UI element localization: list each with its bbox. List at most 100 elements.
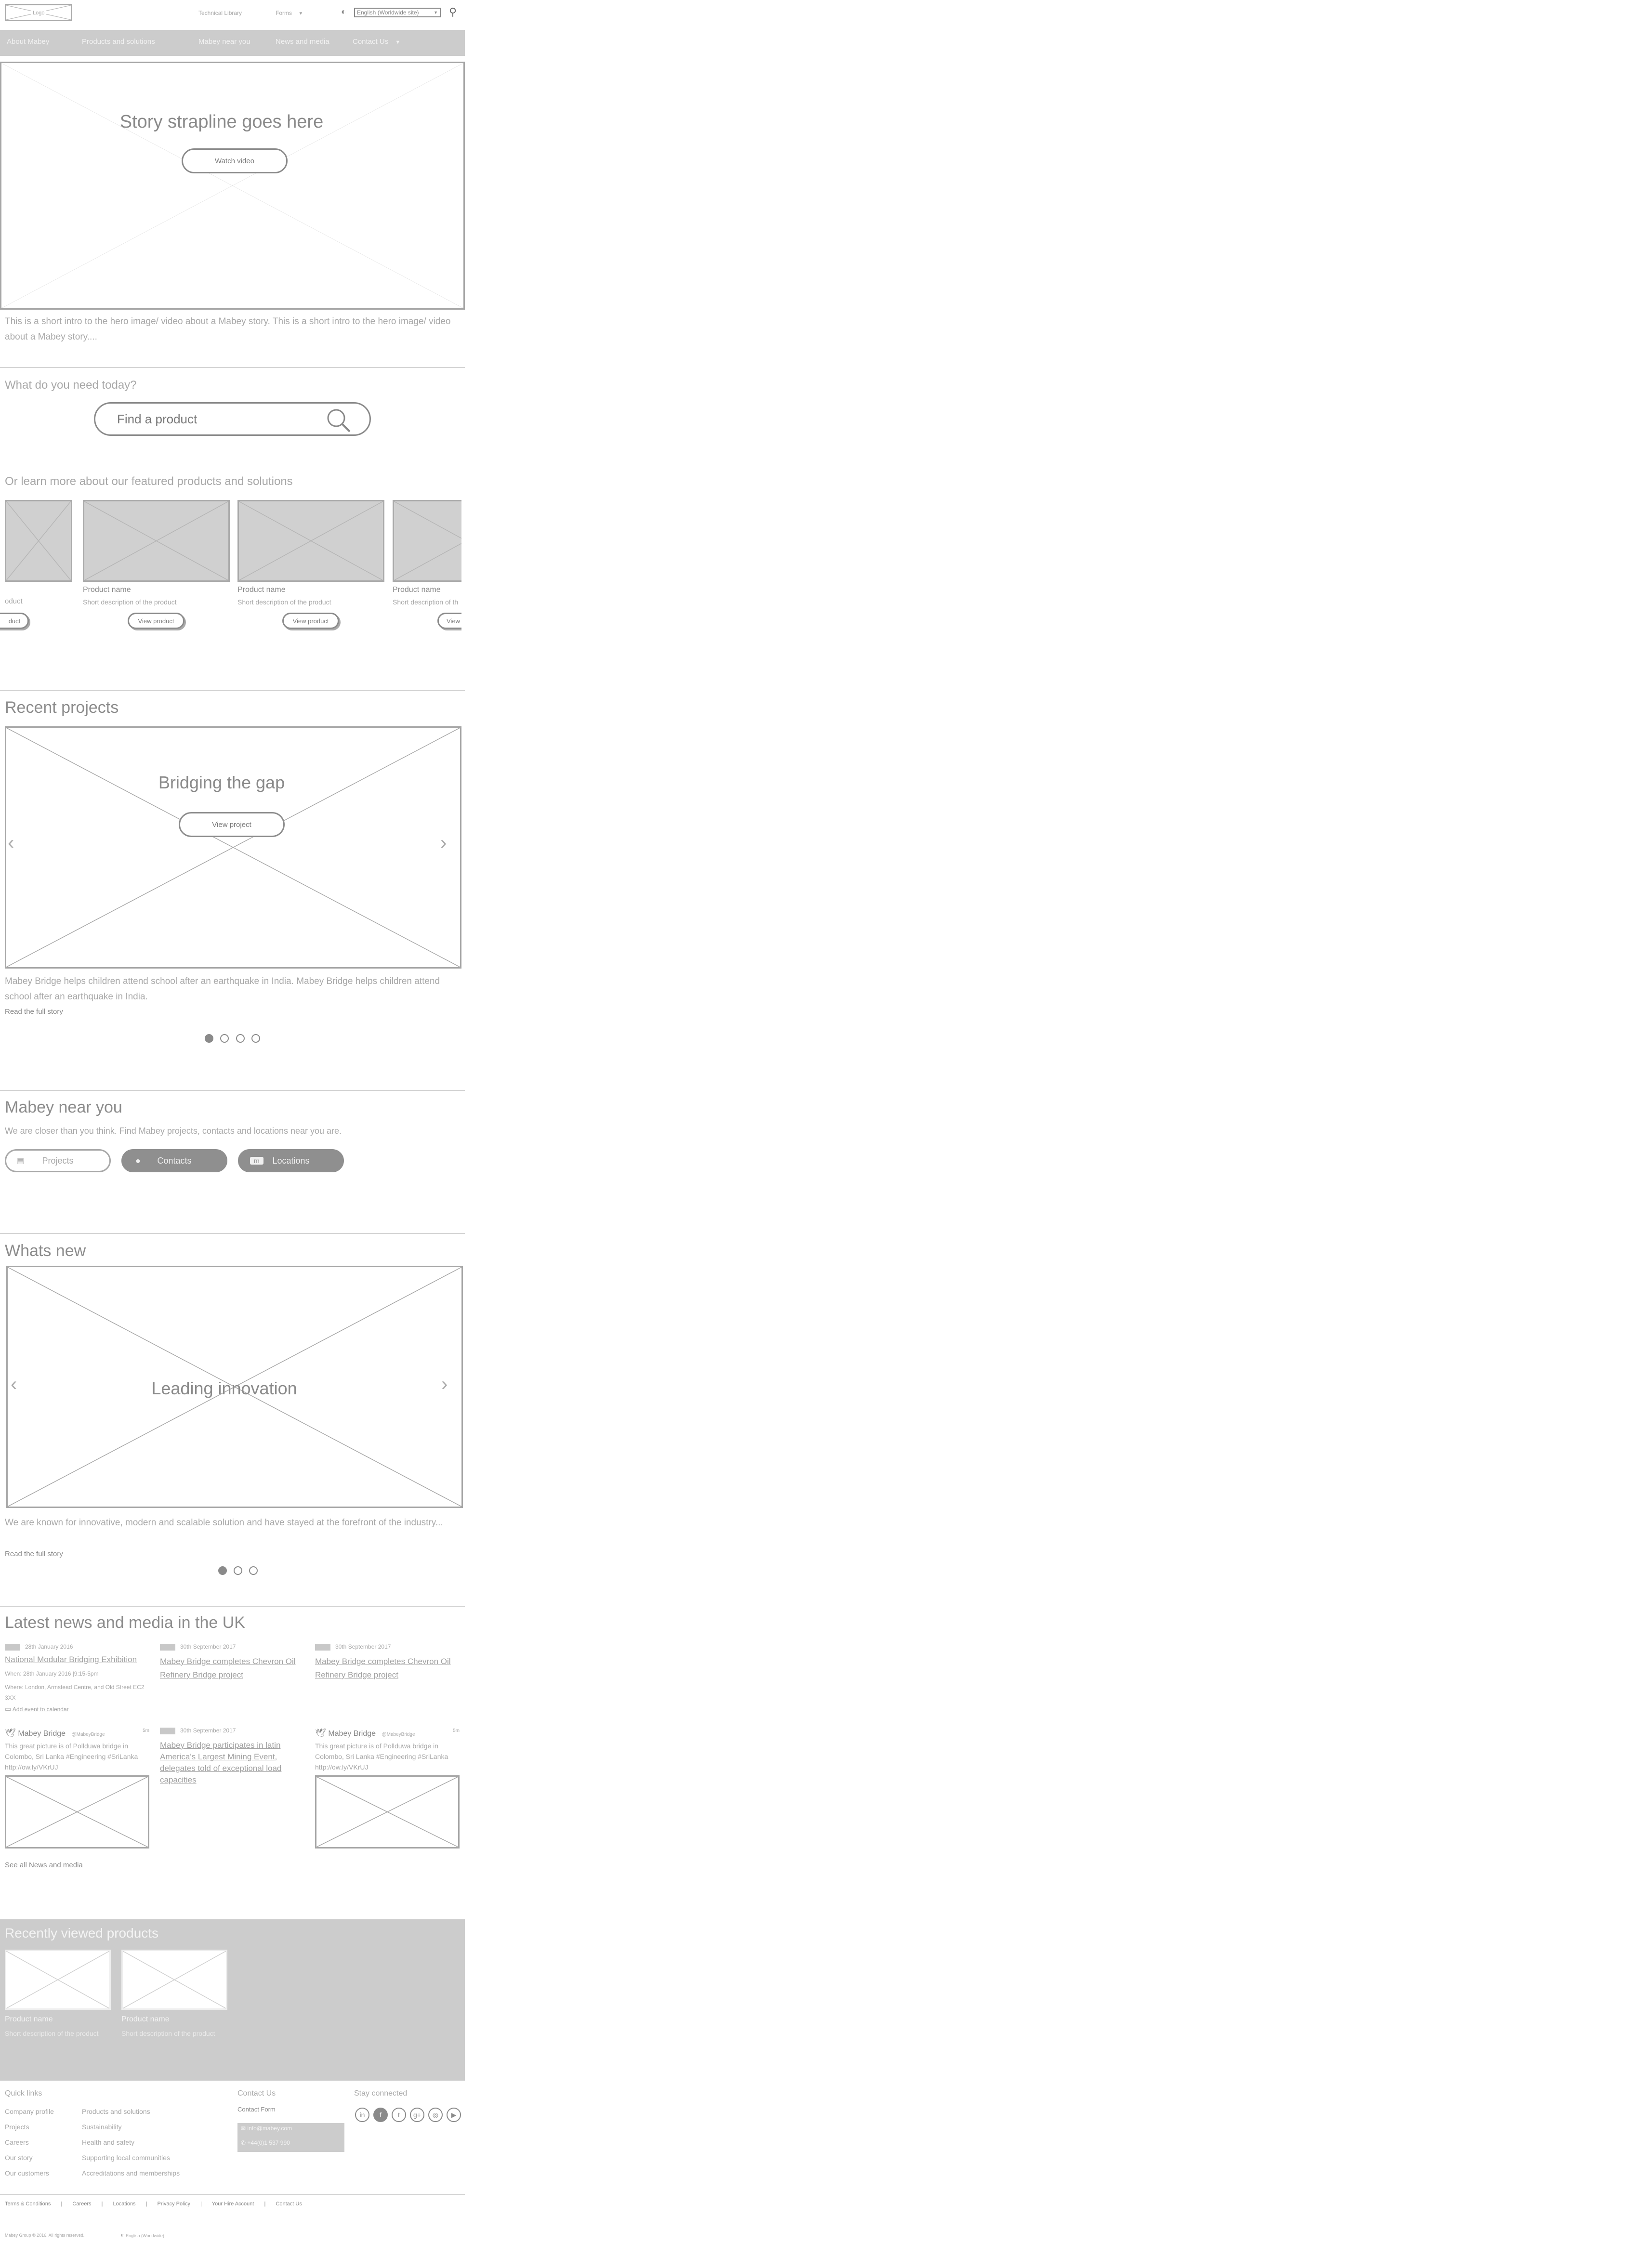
hire-account-link[interactable]: Your Hire Account (212, 2201, 254, 2207)
whats-new-read-more-link[interactable]: Read the full story (5, 1550, 63, 1558)
chevron-left-icon[interactable]: ‹ (11, 1374, 17, 1395)
project-text: Mabey Bridge helps children attend schoo… (5, 976, 440, 1002)
footer-link[interactable]: Our story (5, 2154, 33, 2162)
careers-link[interactable]: Careers (72, 2201, 91, 2207)
news-meta: 30th September 2017 (315, 1643, 391, 1651)
hero-intro: This is a short intro to the hero image/… (5, 316, 451, 342)
view-project-button[interactable]: View project (179, 812, 285, 837)
see-all-news-link[interactable]: See all News and media (5, 1861, 83, 1869)
nav-near-you[interactable]: Mabey near you (198, 38, 250, 46)
search-field[interactable]: Find a product (94, 402, 371, 436)
tweet-handle: @MabeyBridge (382, 1732, 415, 1737)
footer-link[interactable]: Projects (5, 2123, 29, 2131)
footer-link[interactable]: Accreditations and memberships (82, 2169, 180, 2177)
tweet-header: 🕊 Mabey Bridge @MabeyBridge 5m (5, 1728, 149, 1738)
footer-link[interactable]: Our customers (5, 2169, 49, 2177)
copyright: Mabey Group ® 2016. All rights reserved. (5, 2233, 85, 2238)
product-description: Short description of the product (237, 598, 331, 606)
event-title-link[interactable]: National Modular Bridging Exhibition (5, 1655, 149, 1665)
project-read-more-link[interactable]: Read the full story (5, 1008, 63, 1016)
footer-link[interactable]: Supporting local communities (82, 2154, 170, 2162)
chevron-right-icon[interactable]: › (440, 832, 447, 854)
near-you-text: We are closer than you think. Find Mabey… (5, 1126, 342, 1136)
projects-button[interactable]: ▤ Projects (5, 1149, 111, 1172)
person-icon: ● (135, 1155, 141, 1166)
nav-about[interactable]: About Mabey (7, 38, 49, 46)
product-image[interactable] (5, 1950, 111, 2010)
tweet-user: Mabey Bridge (328, 1730, 376, 1738)
news-title-link[interactable]: Mabey Bridge participates in latin Ameri… (160, 1740, 285, 1786)
locations-button[interactable]: m Locations (238, 1149, 344, 1172)
category-tag (5, 1643, 20, 1651)
product-image[interactable] (121, 1950, 227, 2010)
footer-link[interactable]: Health and safety (82, 2138, 134, 2146)
event-when: When: 28th January 2016 |9:15-5pm (5, 1670, 99, 1677)
view-product-button[interactable]: View product (128, 613, 184, 629)
separator: | (101, 2201, 103, 2207)
twitter-icon[interactable]: t (392, 2108, 406, 2122)
add-to-calendar-link[interactable]: ▭ Add event to calendar (5, 1705, 69, 1713)
view-product-button[interactable]: View (437, 613, 461, 629)
technical-library-link[interactable]: Technical Library (198, 10, 242, 16)
divider (0, 1606, 465, 1607)
email-link[interactable]: ✉ info@mabey.com (241, 2125, 292, 2132)
footer-link[interactable]: Careers (5, 2138, 29, 2146)
carousel-dot[interactable] (234, 1566, 242, 1575)
forms-menu[interactable]: Forms ▼ (276, 10, 303, 16)
footer-link[interactable]: Products and solutions (82, 2108, 150, 2115)
search-input[interactable]: Find a product (117, 412, 197, 427)
footer-link[interactable]: Sustainability (82, 2123, 122, 2131)
carousel-dot[interactable] (205, 1034, 213, 1043)
news-date: 30th September 2017 (180, 1643, 236, 1650)
chevron-right-icon[interactable]: › (441, 1374, 448, 1395)
footer-language-link[interactable]: ◐ English (Worldwide) (120, 2231, 164, 2239)
search-icon[interactable] (326, 407, 355, 433)
news-title-link[interactable]: Mabey Bridge completes Chevron Oil Refin… (315, 1655, 455, 1682)
news-title-link[interactable]: Mabey Bridge completes Chevron Oil Refin… (160, 1655, 300, 1682)
separator: | (145, 2201, 147, 2207)
nav-products[interactable]: Products and solutions (82, 38, 155, 46)
hero-strapline: Story strapline goes here (119, 112, 324, 132)
terms-link[interactable]: Terms & Conditions (5, 2201, 51, 2207)
contacts-button[interactable]: ● Contacts (121, 1149, 227, 1172)
product-image (83, 500, 230, 582)
carousel-dot[interactable] (220, 1034, 229, 1043)
news-heading: Latest news and media in the UK (5, 1613, 245, 1632)
footer-link[interactable]: Company profile (5, 2108, 54, 2115)
view-product-label: View product (292, 617, 329, 625)
locations-link[interactable]: Locations (113, 2201, 135, 2207)
googleplus-icon[interactable]: g+ (410, 2108, 424, 2122)
youtube-icon[interactable]: ▶ (447, 2108, 461, 2122)
contact-link[interactable]: Contact Us (276, 2201, 302, 2207)
nav-contact[interactable]: Contact Us ▼ (353, 38, 400, 46)
privacy-link[interactable]: Privacy Policy (158, 2201, 190, 2207)
email-label: info@mabey.com (247, 2125, 292, 2132)
carousel-dot[interactable] (218, 1566, 227, 1575)
watch-video-button[interactable]: Watch video (182, 148, 288, 173)
instagram-icon[interactable]: ◎ (428, 2108, 443, 2122)
separator: | (200, 2201, 202, 2207)
tweet-time: 5m (143, 1728, 149, 1733)
project-slide-title: Bridging the gap (158, 773, 285, 792)
bottom-links: Terms & Conditions | Careers | Locations… (5, 2201, 302, 2207)
facebook-icon[interactable]: f (373, 2108, 388, 2122)
language-select[interactable]: English (Worldwide site) ▼ (354, 8, 441, 17)
phone-link[interactable]: ✆ +44(0)1 537 990 (241, 2139, 290, 2146)
view-product-label: View product (138, 617, 174, 625)
view-product-button[interactable]: duct (0, 613, 29, 629)
carousel-dot[interactable] (251, 1034, 260, 1043)
contacts-label: Contacts (157, 1155, 192, 1166)
watch-video-label: Watch video (215, 157, 254, 165)
carousel-dot[interactable] (249, 1566, 258, 1575)
contact-form-link[interactable]: Contact Form (237, 2106, 276, 2113)
linkedin-icon[interactable]: in (355, 2108, 369, 2122)
view-product-button[interactable]: View product (282, 613, 339, 629)
chevron-left-icon[interactable]: ‹ (8, 832, 14, 854)
view-product-label: View (447, 617, 460, 625)
featured-heading: Or learn more about our featured product… (5, 475, 293, 488)
logo[interactable]: Logo (5, 4, 72, 21)
nav-news[interactable]: News and media (276, 38, 329, 46)
product-name: Product name (393, 586, 441, 594)
carousel-dot[interactable] (236, 1034, 245, 1043)
search-icon[interactable]: ⚲ (449, 6, 457, 18)
